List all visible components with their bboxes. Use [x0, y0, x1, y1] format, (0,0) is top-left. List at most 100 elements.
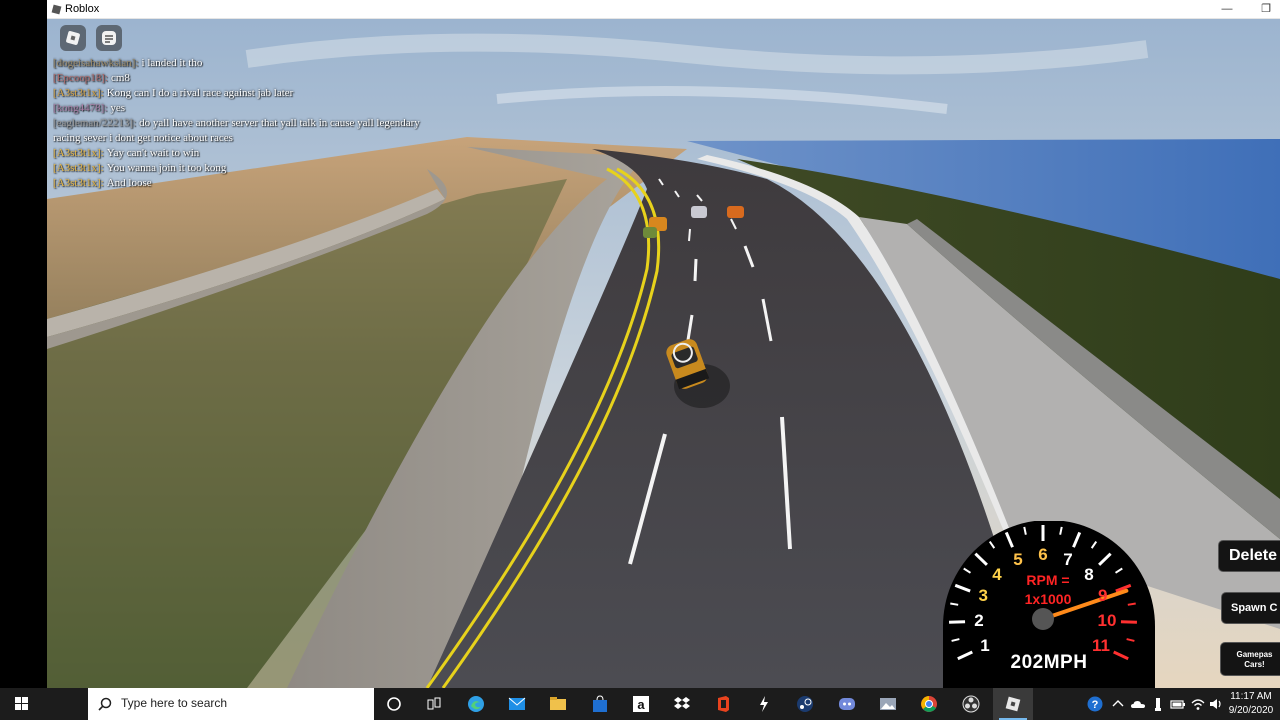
taskbar-steam-button[interactable]: [785, 688, 825, 720]
speed-readout: 202MPH: [1010, 652, 1088, 673]
gauge-number: 7: [1063, 550, 1073, 570]
roblox-window: Roblox — ❐ [dogeisahawkslan]: i landed i…: [47, 0, 1280, 688]
volume-icon[interactable]: [1208, 696, 1224, 712]
battery-icon[interactable]: [1170, 696, 1186, 712]
roblox-app-icon: [51, 4, 62, 15]
gauge-tick: [1127, 602, 1136, 606]
svg-text:?: ?: [1092, 699, 1099, 711]
gauge-number: 2: [974, 611, 984, 631]
amazon-icon: a: [633, 696, 649, 712]
chat-text: i landed it tho: [141, 57, 203, 69]
chat-toggle-button[interactable]: [96, 25, 122, 51]
chat-username[interactable]: [A3st3t1x]:: [53, 162, 104, 174]
store-icon: [593, 695, 607, 712]
taskbar-cortana-button[interactable]: [374, 688, 414, 720]
taskbar-chrome-button[interactable]: [909, 688, 949, 720]
chat-username[interactable]: [A3st3t1x]:: [53, 177, 104, 189]
gauge-number: 3: [978, 586, 988, 606]
gauge-number: 5: [1013, 550, 1023, 570]
taskbar-file-explorer-button[interactable]: [538, 688, 578, 720]
onedrive-cloud-icon[interactable]: [1130, 696, 1146, 712]
lightning-app-icon: [760, 696, 768, 712]
gauge-tick: [949, 620, 966, 624]
windows-logo-icon: [15, 697, 28, 710]
chat-username[interactable]: [A3st3t1x]:: [53, 147, 104, 159]
chat-log: [dogeisahawkslan]: i landed it tho [Epcoop…: [53, 56, 423, 191]
search-icon: [98, 697, 112, 711]
usb-device-icon[interactable]: [1150, 696, 1166, 712]
gauge-tick: [1120, 620, 1137, 624]
chat-text: And loose: [106, 177, 152, 189]
cortana-icon: [387, 697, 401, 711]
gamepass-cars-button[interactable]: Gamepas Cars!: [1220, 642, 1280, 676]
taskbar-mail-button[interactable]: [497, 688, 537, 720]
chat-message: [A3st3t1x]: Yay can't wait to win: [53, 146, 423, 161]
help-icon[interactable]: ?: [1087, 696, 1103, 712]
taskbar-lightning-app-button[interactable]: [744, 688, 784, 720]
minimize-button[interactable]: —: [1212, 1, 1242, 18]
file-explorer-icon: [550, 697, 566, 710]
taskbar-photos-button[interactable]: [868, 688, 908, 720]
screen: Roblox — ❐ [dogeisahawkslan]: i landed i…: [0, 0, 1280, 720]
chat-username[interactable]: [kong4478]:: [53, 102, 107, 114]
taskbar-edge-button[interactable]: [456, 688, 496, 720]
chat-message: [A3st3t1x]: And loose: [53, 176, 423, 191]
taskbar-obs-button[interactable]: [951, 688, 991, 720]
taskbar-roblox-button[interactable]: [993, 688, 1033, 720]
steam-icon: [797, 696, 813, 712]
roblox-icon: [1005, 696, 1021, 712]
taskbar-task-view-button[interactable]: [414, 688, 454, 720]
chat-message: [Epcoop18]: cm8: [53, 71, 423, 86]
chat-username[interactable]: [A3st3t1x]:: [53, 87, 104, 99]
taskbar-store-button[interactable]: [580, 688, 620, 720]
mail-icon: [508, 697, 526, 710]
search-placeholder: Type here to search: [121, 696, 228, 710]
chat-text: Yay can't wait to win: [106, 147, 200, 159]
chat-text: yes: [110, 102, 126, 114]
edge-icon: [468, 696, 484, 712]
chat-username[interactable]: [eagleman/22213]:: [53, 117, 136, 129]
gauge-number: 10: [1097, 611, 1117, 631]
taskbar-amazon-button[interactable]: a: [621, 688, 661, 720]
svg-text:a: a: [637, 697, 645, 712]
chat-message: [A3st3t1x]: Kong can I do a rival race ag…: [53, 86, 423, 101]
chat-username[interactable]: [Epcoop18]:: [53, 72, 108, 84]
taskbar-office-button[interactable]: [703, 688, 743, 720]
taskbar-search-box[interactable]: Type here to search: [88, 688, 374, 720]
roblox-logo-icon: [66, 31, 80, 45]
window-title: Roblox: [65, 3, 100, 15]
dropbox-icon: [674, 697, 690, 709]
gauge-number: 9: [1098, 586, 1108, 606]
restore-button[interactable]: ❐: [1251, 1, 1280, 18]
discord-icon: [839, 698, 855, 710]
gauge-number: 6: [1038, 545, 1048, 564]
taskbar: Type here to search a ? 11:17 AM 9/20/20…: [0, 688, 1280, 720]
office-icon: [718, 696, 729, 712]
chat-text: Kong can I do a rival race against jab l…: [106, 87, 294, 99]
photos-icon: [880, 698, 896, 710]
wifi-icon[interactable]: [1190, 696, 1206, 712]
roblox-menu-button[interactable]: [60, 25, 86, 51]
chat-username[interactable]: [dogeisahawkslan]:: [53, 57, 139, 69]
chat-message: [eagleman/22213]: do yall have another se…: [53, 116, 423, 146]
task-view-icon: [427, 697, 441, 710]
rpm-label: RPM = 1x1000: [1024, 572, 1072, 607]
chat-message: [kong4478]: yes: [53, 101, 423, 116]
taskbar-clock[interactable]: 11:17 AM 9/20/2020: [1226, 690, 1276, 718]
chat-message: [dogeisahawkslan]: i landed it tho: [53, 56, 423, 71]
chat-text: cm8: [110, 72, 130, 84]
title-bar[interactable]: Roblox — ❐: [47, 0, 1280, 19]
game-viewport[interactable]: [dogeisahawkslan]: i landed it tho [Epcoop…: [47, 19, 1280, 688]
taskbar-dropbox-button[interactable]: [662, 688, 702, 720]
needle-hub: [1032, 608, 1054, 630]
chat-text: You wanna join it too kong: [106, 162, 227, 174]
taskbar-discord-button[interactable]: [827, 688, 867, 720]
chat-icon: [102, 31, 116, 45]
delete-car-button[interactable]: Delete: [1218, 540, 1280, 572]
start-button[interactable]: [0, 688, 44, 720]
gauge-tick: [950, 602, 959, 606]
obs-icon: [962, 695, 980, 713]
chrome-icon: [921, 696, 937, 712]
show-hidden-icons-chevron-icon[interactable]: [1110, 696, 1126, 712]
spawn-car-button[interactable]: Spawn C: [1221, 592, 1280, 624]
